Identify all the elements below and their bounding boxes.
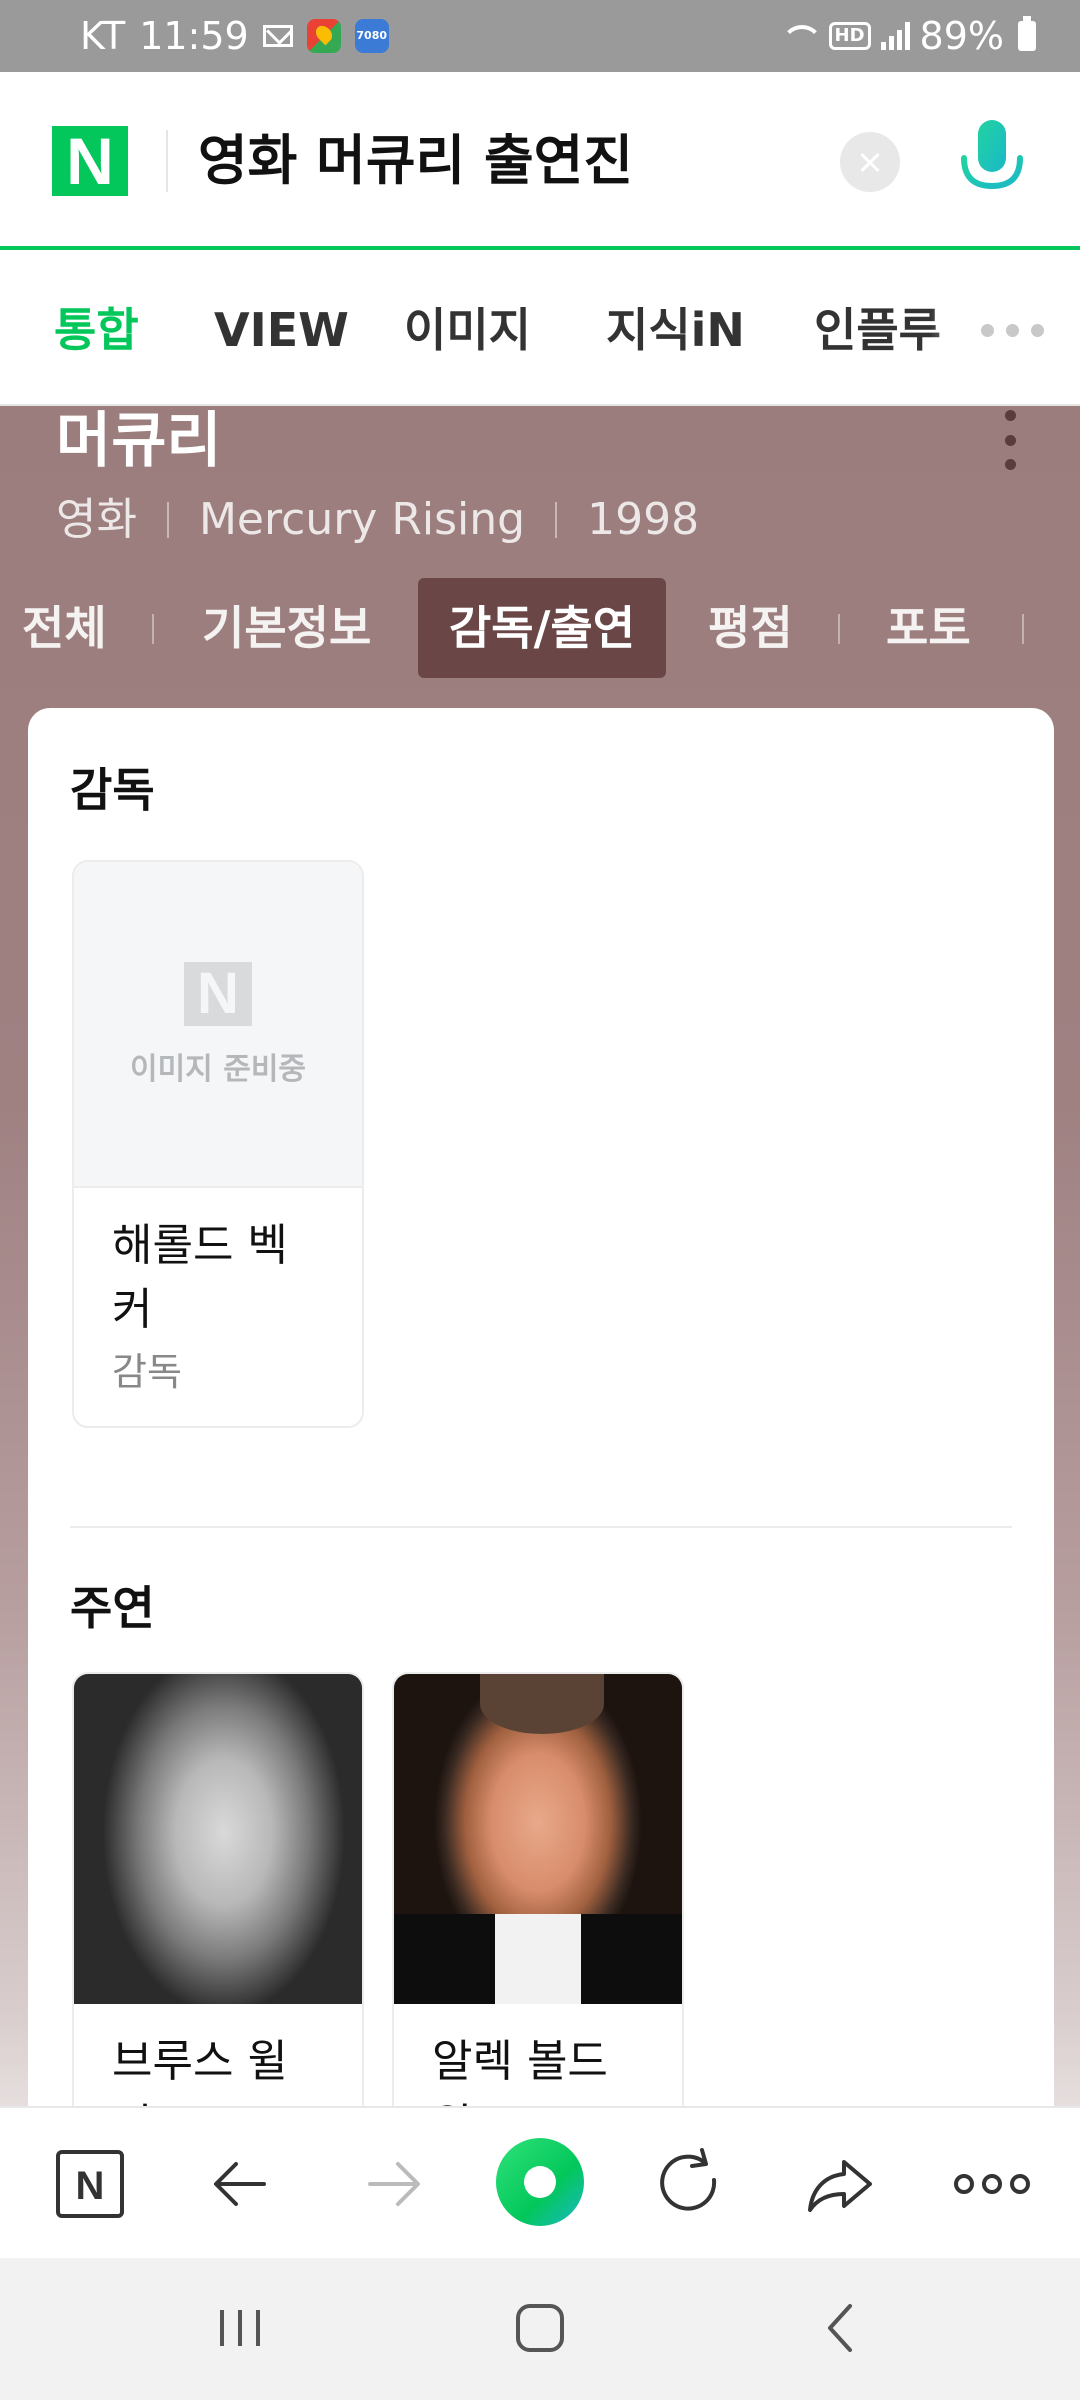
forward-arrow-icon[interactable] bbox=[352, 2144, 432, 2224]
system-nav-bar bbox=[0, 2258, 1080, 2400]
tab-photos[interactable]: 포토 bbox=[886, 578, 971, 678]
director-heading: 감독 bbox=[70, 763, 155, 817]
cast-card: 감독 N 이미지 준비중 해롤드 벡커 감독 주연 브루스 윌리스 알렉 볼드윈 bbox=[28, 708, 1054, 2106]
section-tabs: 전체 기본정보 감독/출연 평점 포토 bbox=[0, 578, 1080, 678]
share-icon[interactable] bbox=[800, 2144, 880, 2224]
clock: 11:59 bbox=[139, 14, 249, 58]
tab-basic-info[interactable]: 기본정보 bbox=[202, 578, 371, 678]
person-name: 알렉 볼드윈 bbox=[432, 2036, 608, 2106]
battery-percent: 89% bbox=[919, 14, 1004, 58]
more-options-icon[interactable] bbox=[998, 410, 1022, 470]
search-input[interactable]: 영화 머큐리 출연진 bbox=[198, 124, 633, 198]
refresh-icon[interactable] bbox=[650, 2144, 730, 2224]
carrier-label: KT bbox=[80, 14, 126, 58]
battery-icon bbox=[1018, 16, 1036, 51]
search-divider bbox=[166, 130, 168, 192]
tab-divider bbox=[1022, 614, 1024, 644]
category-tabs: 통합 VIEW 이미지 지식iN 인플루 bbox=[0, 254, 1080, 406]
recent-apps-icon[interactable] bbox=[210, 2298, 270, 2358]
tab-influencer[interactable]: 인플루 bbox=[814, 292, 941, 368]
person-name: 해롤드 벡커 bbox=[112, 1220, 288, 1335]
signal-icon bbox=[880, 22, 910, 50]
clear-search-button[interactable] bbox=[840, 132, 900, 192]
mail-icon bbox=[262, 25, 293, 47]
home-icon[interactable] bbox=[510, 2298, 570, 2358]
image-placeholder: N 이미지 준비중 bbox=[74, 862, 362, 1188]
back-arrow-icon[interactable] bbox=[202, 2144, 282, 2224]
status-bar: KT 11:59 7080 HD 89% bbox=[0, 0, 1080, 72]
movie-panel: 머큐리 영화 Mercury Rising 1998 전체 기본정보 감독/출연… bbox=[0, 406, 1080, 2106]
more-menu-icon[interactable] bbox=[952, 2144, 1032, 2224]
movie-year: 1998 bbox=[587, 494, 700, 545]
movie-original-title: Mercury Rising bbox=[198, 494, 526, 545]
meta-divider bbox=[555, 502, 558, 538]
placeholder-text: 이미지 준비중 bbox=[129, 1052, 307, 1087]
movie-meta: 영화 Mercury Rising 1998 bbox=[56, 490, 699, 550]
tab-knowledge-in[interactable]: 지식iN bbox=[606, 292, 745, 368]
tab-director-cast[interactable]: 감독/출연 bbox=[418, 578, 666, 678]
meta-divider bbox=[166, 502, 169, 538]
cast-heading: 주연 bbox=[70, 1581, 155, 1635]
tab-images[interactable]: 이미지 bbox=[404, 292, 531, 368]
wifi-icon bbox=[779, 21, 823, 51]
music-app-icon: 7080 bbox=[354, 19, 389, 53]
search-header: N 영화 머큐리 출연진 bbox=[0, 72, 1080, 250]
actor-photo bbox=[394, 1674, 682, 2004]
tab-divider bbox=[152, 614, 154, 644]
person-name: 브루스 윌리스 bbox=[112, 2036, 288, 2106]
movie-genre: 영화 bbox=[56, 494, 137, 545]
svg-text:N: N bbox=[76, 2164, 105, 2208]
back-icon[interactable] bbox=[812, 2298, 872, 2358]
section-divider bbox=[70, 1526, 1012, 1528]
cast-card-item[interactable]: 브루스 윌리스 bbox=[72, 1672, 364, 2106]
tab-ratings[interactable]: 평점 bbox=[708, 578, 793, 678]
naver-logo[interactable]: N bbox=[52, 126, 128, 196]
green-dot-button[interactable] bbox=[496, 2138, 584, 2226]
tab-all[interactable]: 전체 bbox=[22, 578, 107, 678]
actor-photo bbox=[74, 1674, 362, 2004]
person-role: 감독 bbox=[112, 1350, 182, 1394]
tab-divider bbox=[838, 614, 840, 644]
map-app-icon bbox=[306, 19, 341, 53]
tab-view[interactable]: VIEW bbox=[214, 292, 349, 368]
cast-card-item[interactable]: 알렉 볼드윈 bbox=[392, 1672, 684, 2106]
tab-integrated[interactable]: 통합 bbox=[54, 292, 139, 368]
naver-placeholder-icon: N bbox=[184, 962, 252, 1026]
more-tabs-icon[interactable] bbox=[981, 324, 1044, 337]
movie-title[interactable]: 머큐리 bbox=[56, 406, 222, 486]
naver-home-icon[interactable]: N bbox=[50, 2144, 130, 2224]
browser-toolbar: N bbox=[0, 2106, 1080, 2258]
director-card[interactable]: N 이미지 준비중 해롤드 벡커 감독 bbox=[72, 860, 364, 1428]
hd-voice-icon: HD bbox=[828, 22, 871, 50]
voice-search-icon[interactable] bbox=[952, 116, 1032, 208]
